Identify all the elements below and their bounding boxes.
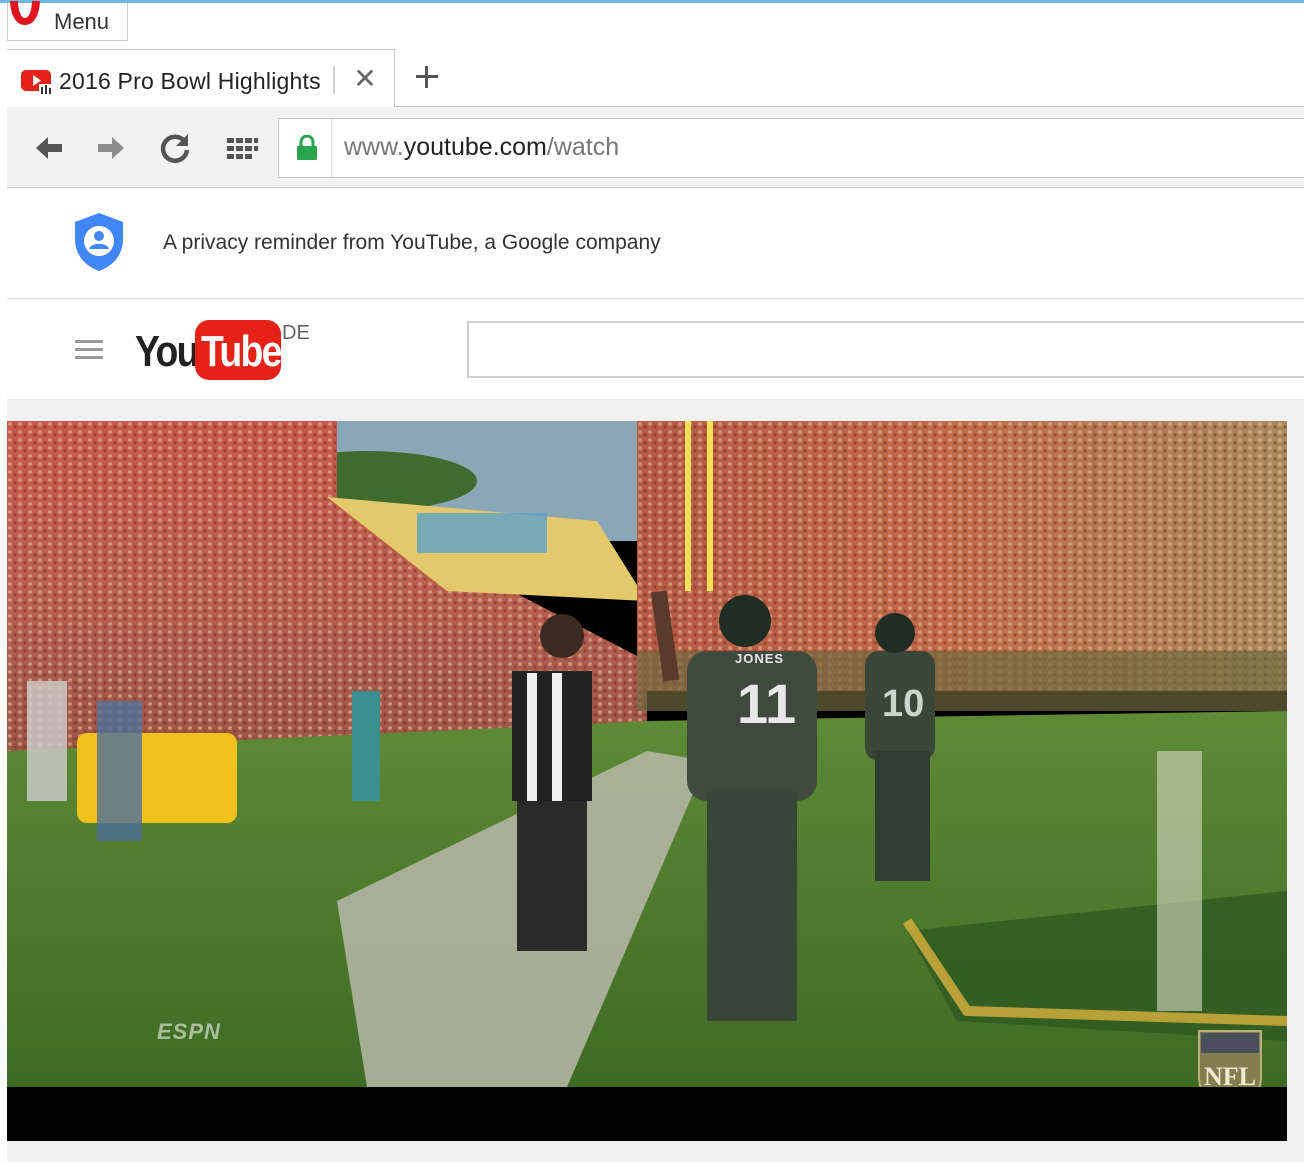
window-border: [0, 0, 7, 1162]
video-bottom-bar: [7, 1087, 1287, 1141]
youtube-masthead: You Tube DE: [7, 300, 1304, 400]
shield-person-icon: [75, 213, 123, 271]
espn-watermark: ESPN: [157, 1019, 221, 1044]
new-tab-button[interactable]: [411, 61, 443, 93]
url-path: /watch: [546, 133, 620, 161]
search-input[interactable]: [467, 321, 1304, 378]
menu-label: Menu: [54, 9, 110, 34]
opera-menu-button[interactable]: Menu: [7, 1, 128, 41]
url-text: www.youtube.com/watch: [344, 133, 619, 162]
forward-arrow-icon[interactable]: [93, 130, 129, 166]
back-arrow-icon[interactable]: [31, 130, 67, 166]
youtube-logo-tube: Tube: [201, 327, 282, 376]
youtube-logo-you: You: [135, 327, 199, 376]
tab-strip: 2016 Pro Bowl Highlights ✕: [7, 47, 1304, 107]
url-prefix: www.: [344, 133, 404, 161]
jersey-number-11: 11: [737, 672, 797, 735]
tab-title: 2016 Pro Bowl Highlights: [59, 68, 321, 94]
security-badge[interactable]: [279, 119, 332, 177]
speed-dial-icon[interactable]: [223, 130, 259, 166]
url-host: youtube.com: [403, 133, 547, 161]
jersey-number-10: 10: [882, 683, 925, 725]
video-frame: [7, 421, 1287, 1087]
opera-logo-icon: [10, 1, 40, 25]
reload-icon[interactable]: [157, 130, 193, 166]
privacy-reminder-banner[interactable]: A privacy reminder from YouTube, a Googl…: [7, 189, 1304, 299]
jersey-name: JONES: [735, 651, 785, 666]
address-bar[interactable]: www.youtube.com/watch: [278, 118, 1304, 178]
navigation-toolbar: www.youtube.com/watch: [7, 108, 1304, 188]
country-code: DE: [282, 322, 310, 344]
lock-icon: [297, 135, 317, 160]
close-tab-icon[interactable]: ✕: [352, 65, 378, 93]
youtube-favicon-icon: [21, 70, 52, 95]
privacy-reminder-text: A privacy reminder from YouTube, a Googl…: [163, 231, 661, 254]
browser-menu-row: Menu: [0, 1, 1304, 47]
tab-title-fade: [333, 66, 335, 94]
hamburger-menu-icon[interactable]: [75, 338, 105, 362]
youtube-logo-red-box: Tube: [195, 320, 282, 380]
video-player[interactable]: 11 JONES 10 ESPN NFL: [7, 421, 1287, 1141]
tab-active[interactable]: 2016 Pro Bowl Highlights ✕: [7, 49, 395, 107]
youtube-logo[interactable]: You Tube: [135, 320, 282, 382]
